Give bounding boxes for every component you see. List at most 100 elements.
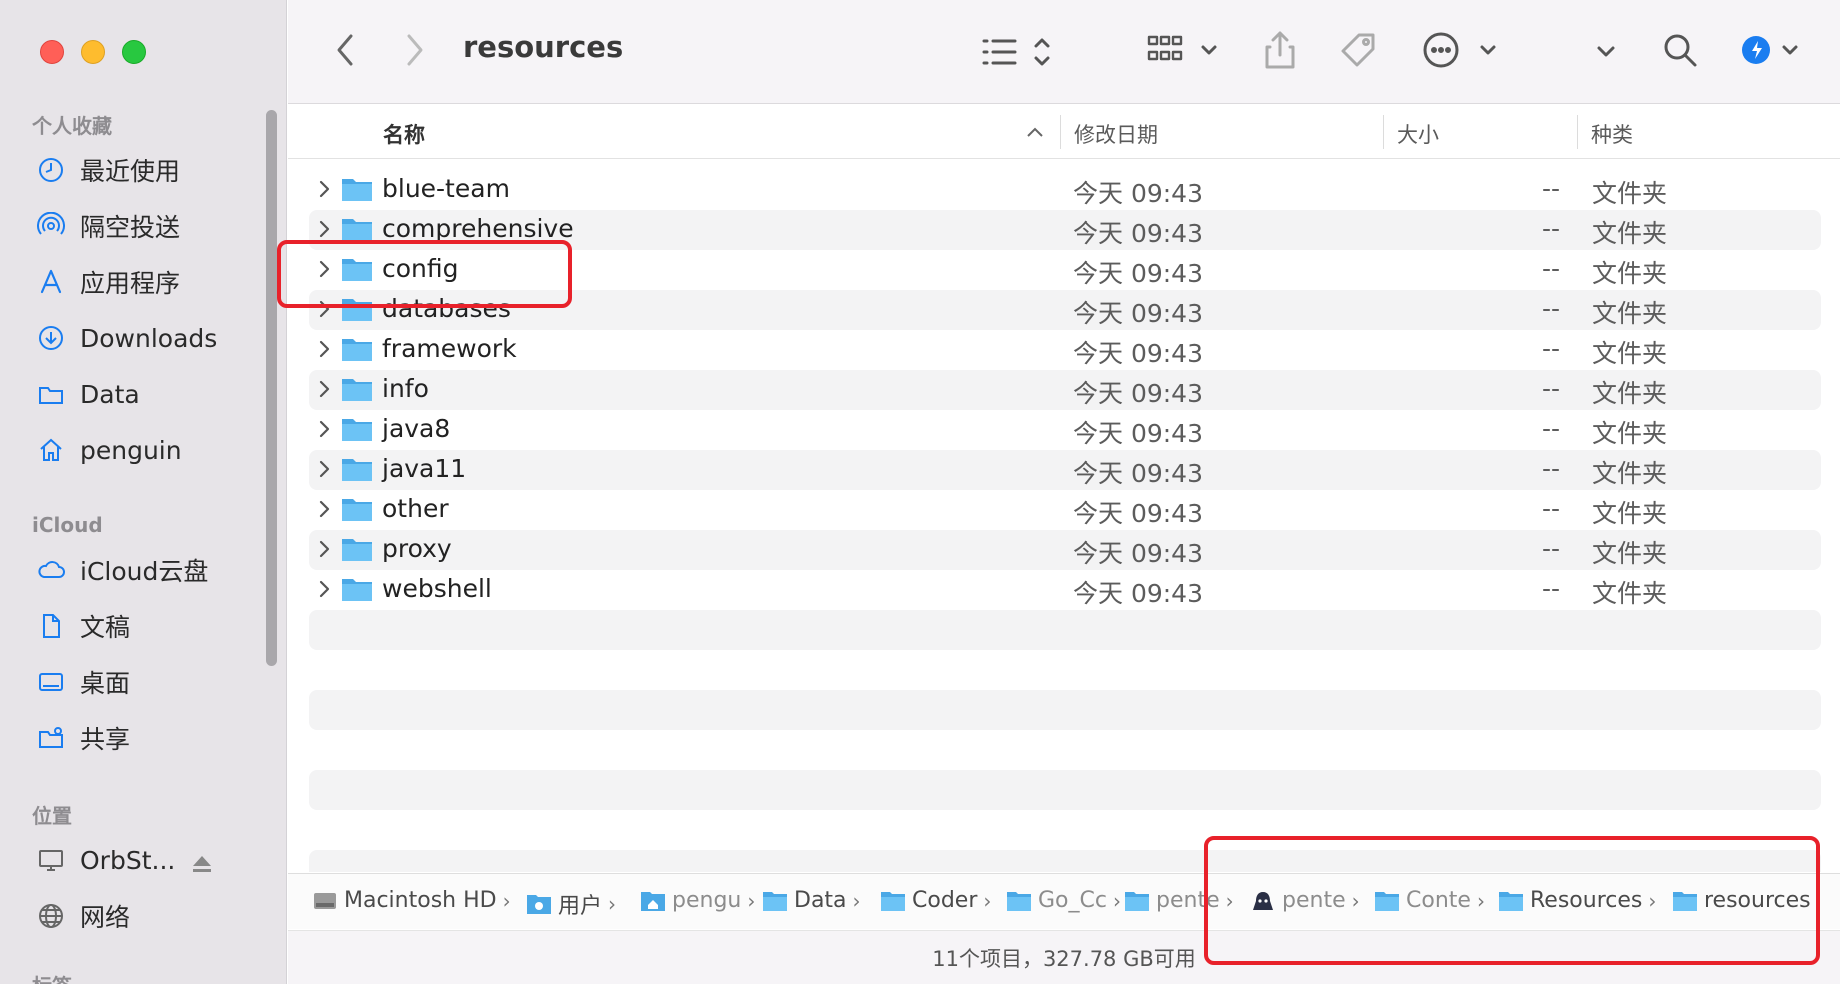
file-row[interactable]: config 今天 09:43 -- 文件夹 [309,250,1821,290]
file-size: -- [1542,574,1561,603]
path-crumb[interactable]: Go_Cc › [1006,888,1121,913]
file-kind: 文件夹 [1592,179,1668,208]
forward-button[interactable] [400,30,430,70]
disclosure-triangle-icon[interactable] [315,257,335,281]
file-date: 今天 09:43 [1073,379,1203,408]
toolbar-overflow-button[interactable] [1594,36,1618,66]
path-crumb-label: Go_Cc [1038,888,1107,913]
sidebar-scrollbar[interactable] [266,110,277,666]
extension-button[interactable] [1738,30,1808,70]
file-row[interactable]: comprehensive 今天 09:43 -- 文件夹 [309,210,1821,250]
sidebar-item-penguin[interactable]: penguin [36,430,182,470]
file-row[interactable]: other 今天 09:43 -- 文件夹 [309,490,1821,530]
path-crumb-label: pente [1156,888,1220,913]
sidebar-item-label: 网络 [80,903,131,932]
sidebar-item-documents[interactable]: 文稿 [36,606,130,646]
disclosure-triangle-icon[interactable] [315,217,335,241]
disclosure-triangle-icon[interactable] [315,457,335,481]
file-row[interactable]: framework 今天 09:43 -- 文件夹 [309,330,1821,370]
minimize-window-button[interactable] [81,40,105,64]
sidebar: 个人收藏 最近使用 隔空投送 应用程序 Downloads Data pengu… [0,0,287,984]
zoom-window-button[interactable] [122,40,146,64]
disclosure-triangle-icon[interactable] [315,537,335,561]
list-view-icon [982,38,1050,66]
eject-icon[interactable] [190,852,214,876]
sidebar-item-icloud-drive[interactable]: iCloud云盘 [36,550,208,590]
view-mode-list-button[interactable] [980,32,1060,72]
disclosure-triangle-icon[interactable] [315,297,335,321]
folder-icon [342,259,372,281]
sidebar-item-recents[interactable]: 最近使用 [36,150,180,190]
file-row[interactable]: proxy 今天 09:43 -- 文件夹 [309,530,1821,570]
sidebar-item-airdrop[interactable]: 隔空投送 [36,206,180,246]
column-divider[interactable] [1577,115,1578,149]
file-row[interactable]: java8 今天 09:43 -- 文件夹 [309,410,1821,450]
disclosure-triangle-icon[interactable] [315,417,335,441]
sidebar-item-downloads[interactable]: Downloads [36,318,217,358]
file-row[interactable]: databases 今天 09:43 -- 文件夹 [309,290,1821,330]
sidebar-item-orbstack[interactable]: OrbSt... [36,840,175,880]
path-crumb[interactable]: 用户 › [526,888,616,920]
disclosure-triangle-icon[interactable] [315,497,335,521]
disclosure-triangle-icon[interactable] [315,337,335,361]
file-row[interactable]: info 今天 09:43 -- 文件夹 [309,370,1821,410]
sidebar-item-network[interactable]: 网络 [36,896,130,936]
share-icon [1265,31,1295,69]
column-divider[interactable] [1383,115,1384,149]
sidebar-item-label: 共享 [80,725,131,754]
back-button[interactable] [330,30,360,70]
column-name-header[interactable]: 名称 [383,119,425,149]
path-crumb[interactable]: Conte › [1374,888,1485,913]
disclosure-triangle-icon[interactable] [315,577,335,601]
chevron-right-icon: › [1648,888,1657,913]
file-date: 今天 09:43 [1073,459,1203,488]
file-date: 今天 09:43 [1073,179,1203,208]
airdrop-icon [36,211,66,241]
share-button[interactable] [1260,26,1300,74]
chevron-left-icon [337,34,353,66]
file-kind: 文件夹 [1592,459,1668,488]
close-window-button[interactable] [40,40,64,64]
column-size-header[interactable]: 大小 [1397,119,1439,149]
sidebar-item-desktop[interactable]: 桌面 [36,662,130,702]
chevron-right-icon: › [747,888,756,913]
file-row[interactable]: blue-team 今天 09:43 -- 文件夹 [309,170,1821,210]
folder-icon [342,499,372,521]
file-kind: 文件夹 [1592,539,1668,568]
path-crumb[interactable]: Data › [762,888,861,913]
path-crumb[interactable]: Coder › [880,888,991,913]
folder-icon [1374,890,1400,912]
chevron-right-icon: › [1476,888,1485,913]
path-crumb[interactable]: Resources › [1498,888,1656,913]
chevron-right-icon: › [1351,888,1360,913]
sidebar-item-applications[interactable]: 应用程序 [36,262,180,302]
sort-ascending-icon[interactable] [1026,125,1044,139]
sidebar-item-data[interactable]: Data [36,374,140,414]
path-crumb[interactable]: Macintosh HD › [312,888,511,913]
path-crumb[interactable]: pengu › [640,888,755,913]
column-date-header[interactable]: 修改日期 [1074,119,1158,149]
group-button[interactable] [1146,30,1226,70]
disclosure-triangle-icon[interactable] [315,377,335,401]
path-crumb-label: 用户 [558,894,603,919]
path-crumb[interactable]: resources [1672,888,1811,913]
disclosure-triangle-icon[interactable] [315,177,335,201]
file-size: -- [1542,294,1561,323]
column-divider[interactable] [1060,115,1061,149]
path-crumb[interactable]: pente › [1250,888,1360,913]
column-kind-header[interactable]: 种类 [1591,119,1633,149]
file-name: framework [382,334,517,363]
tag-button[interactable] [1336,28,1380,72]
sidebar-item-shared[interactable]: 共享 [36,718,130,758]
file-row[interactable]: webshell 今天 09:43 -- 文件夹 [309,570,1821,610]
action-menu-button[interactable] [1420,28,1504,72]
path-crumb[interactable]: pente › [1124,888,1234,913]
chevron-right-icon: › [1225,888,1234,913]
file-row[interactable]: java11 今天 09:43 -- 文件夹 [309,450,1821,490]
icloud-header: iCloud [32,513,103,537]
search-button[interactable] [1658,28,1702,72]
sidebar-item-label: 隔空投送 [80,213,181,242]
document-icon [36,611,66,641]
chevron-down-icon [1597,46,1615,57]
sidebar-item-label: penguin [80,435,182,465]
